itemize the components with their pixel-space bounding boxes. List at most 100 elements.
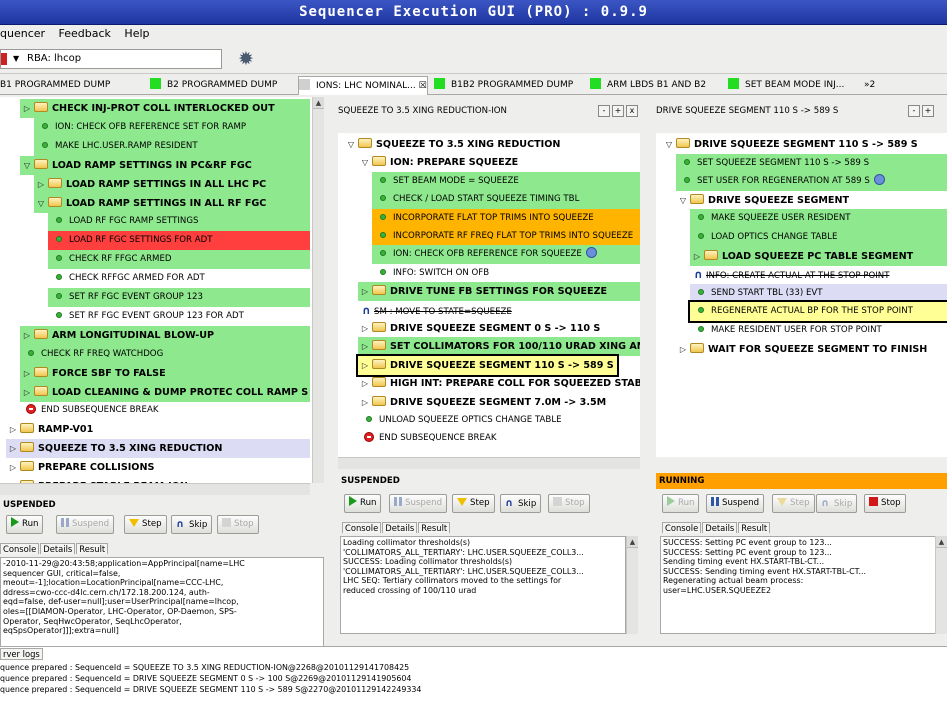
- tree-step[interactable]: CHECK RF FREQ WATCHDOG: [20, 344, 310, 364]
- tree-step[interactable]: ∩ INFO: CREATE ACTUAL AT THE STOP POINT: [690, 265, 892, 284]
- tree-step[interactable]: INCORPORATE FLAT TOP TRIMS INTO SQUEEZE: [372, 208, 640, 228]
- step-button[interactable]: Step: [772, 494, 815, 513]
- tab-console[interactable]: Console: [342, 522, 382, 533]
- tree-folder[interactable]: ▽ LOAD RAMP SETTINGS IN PC&RF FGC: [20, 155, 310, 175]
- skip-button[interactable]: ∩ Skip: [816, 494, 858, 513]
- tree-end-break[interactable]: END SUBSEQUENCE BREAK: [358, 429, 499, 448]
- menu-feedback[interactable]: Feedback: [59, 27, 111, 40]
- tree-folder[interactable]: ▷ LOAD RAMP SETTINGS IN ALL LHC PC: [34, 174, 310, 194]
- minimize-button[interactable]: -: [908, 105, 920, 117]
- tree-folder[interactable]: ▷ LOAD SQUEEZE PC TABLE SEGMENT: [690, 246, 947, 266]
- tab-server-logs[interactable]: rver logs: [0, 648, 43, 660]
- close-button[interactable]: x: [626, 105, 638, 117]
- suspend-button[interactable]: Suspend: [706, 494, 765, 513]
- tree-step[interactable]: CHECK RFFGC ARMED FOR ADT: [48, 269, 208, 288]
- tree-end-break[interactable]: END SUBSEQUENCE BREAK: [20, 401, 161, 420]
- tree-folder[interactable]: ▷ CHECK INJ-PROT COLL INTERLOCKED OUT: [20, 99, 310, 118]
- chevron-right-icon[interactable]: ▷: [6, 439, 20, 458]
- scroll-up-icon[interactable]: ▲: [627, 536, 638, 548]
- menu-sequencer[interactable]: quencer: [0, 27, 45, 40]
- minimize-button[interactable]: -: [598, 105, 610, 117]
- suspend-button[interactable]: Suspend: [389, 494, 448, 513]
- chevron-down-icon[interactable]: ▽: [358, 153, 372, 172]
- tree-step[interactable]: CHECK RF FFGC ARMED: [48, 250, 310, 270]
- tree-folder[interactable]: ▷ SET COLLIMATORS FOR 100/110 URAD XING A…: [358, 337, 640, 357]
- tab-console[interactable]: Console: [0, 543, 40, 554]
- tree-step[interactable]: SET SQUEEZE SEGMENT 110 S -> 589 S: [676, 153, 947, 173]
- tree-step[interactable]: MAKE RESIDENT USER FOR STOP POINT: [690, 321, 885, 340]
- tab-overflow[interactable]: »2: [864, 76, 875, 95]
- tree-step[interactable]: MAKE SQUEEZE USER RESIDENT: [690, 209, 947, 229]
- chevron-right-icon[interactable]: ▷: [358, 374, 372, 393]
- middle-console-scrollbar[interactable]: ▲: [626, 536, 638, 634]
- tab-console[interactable]: Console: [662, 522, 702, 533]
- step-button[interactable]: Step: [124, 515, 167, 534]
- tree-step[interactable]: LOAD OPTICS CHANGE TABLE: [690, 228, 947, 247]
- chevron-right-icon[interactable]: ▷: [690, 247, 704, 266]
- chevron-right-icon[interactable]: ▷: [34, 175, 48, 194]
- tree-step[interactable]: SET BEAM MODE = SQUEEZE: [372, 171, 640, 191]
- tree-step[interactable]: CHECK / LOAD START SQUEEZE TIMING TBL: [372, 190, 640, 210]
- tab-arm-lbds[interactable]: ARM LBDS B1 AND B2: [590, 76, 706, 95]
- chevron-right-icon[interactable]: ▷: [358, 282, 372, 301]
- chevron-right-icon[interactable]: ▷: [358, 356, 372, 375]
- chevron-right-icon[interactable]: ▷: [6, 458, 20, 477]
- stop-button[interactable]: Stop: [864, 494, 906, 513]
- tree-step[interactable]: ION: CHECK OFB REFERENCE FOR SQUEEZE: [372, 245, 640, 265]
- chevron-down-icon[interactable]: ▽: [676, 191, 690, 210]
- scroll-up-icon[interactable]: ▲: [313, 97, 324, 109]
- tree-step[interactable]: SEND START TBL (33) EVT: [690, 283, 947, 303]
- tree-step[interactable]: SET RF FGC EVENT GROUP 123: [48, 288, 310, 307]
- run-button[interactable]: Run: [344, 494, 382, 513]
- step-button[interactable]: Step: [452, 494, 495, 513]
- tree-folder[interactable]: ▷ WAIT FOR SQUEEZE SEGMENT TO FINISH: [676, 340, 930, 359]
- left-tree-hscrollbar[interactable]: [0, 483, 310, 495]
- chevron-right-icon[interactable]: ▷: [20, 326, 34, 345]
- menu-help[interactable]: Help: [124, 27, 149, 40]
- skip-button[interactable]: ∩ Skip: [171, 515, 213, 534]
- tree-step[interactable]: LOAD RF FGC RAMP SETTINGS: [48, 212, 310, 232]
- chevron-right-icon[interactable]: ▷: [20, 364, 34, 383]
- maximize-button[interactable]: +: [922, 105, 934, 117]
- tree-step[interactable]: INFO: SWITCH ON OFB: [372, 264, 492, 283]
- tab-b2-programmed-dump[interactable]: B2 PROGRAMMED DUMP: [150, 76, 277, 95]
- tree-step[interactable]: MAKE LHC.USER.RAMP RESIDENT: [34, 136, 310, 156]
- tree-step[interactable]: SET RF FGC EVENT GROUP 123 FOR ADT: [48, 307, 247, 326]
- chevron-down-icon[interactable]: ▽: [20, 156, 34, 175]
- tree-step[interactable]: UNLOAD SQUEEZE OPTICS CHANGE TABLE: [358, 411, 565, 430]
- tree-step[interactable]: LOAD RF FGC SETTINGS FOR ADT: [48, 231, 310, 251]
- chevron-down-icon[interactable]: ▽: [662, 135, 676, 154]
- chevron-down-icon[interactable]: ▽: [344, 135, 358, 154]
- tree-folder[interactable]: ▷ RAMP-V01: [6, 420, 96, 439]
- tree-folder[interactable]: ▷ HIGH INT: PREPARE COLL FOR SQUEEZED STA…: [358, 374, 640, 393]
- tree-folder[interactable]: ▷ LOAD CLEANING & DUMP PROTEC COLL RAMP S: [20, 382, 310, 402]
- chevron-right-icon[interactable]: ▷: [358, 319, 372, 338]
- tree-folder[interactable]: ▷ DRIVE SQUEEZE SEGMENT 110 S -> 589 S: [356, 353, 619, 377]
- user-combo[interactable]: ▼ RBA: lhcop: [0, 49, 222, 69]
- right-console-scrollbar[interactable]: ▲: [935, 536, 947, 634]
- tree-folder[interactable]: ▽ SQUEEZE TO 3.5 XING REDUCTION: [344, 135, 563, 154]
- tab-result[interactable]: Result: [738, 522, 771, 533]
- tree-step[interactable]: INCORPORATE RF FREQ FLAT TOP TRIMS INTO …: [372, 227, 640, 246]
- left-tree-scrollbar[interactable]: ▲: [312, 97, 324, 483]
- tree-folder[interactable]: ▷ PREPARE COLLISIONS: [6, 458, 157, 477]
- chevron-right-icon[interactable]: ▷: [20, 99, 34, 118]
- tree-step[interactable]: ION: CHECK OFB REFERENCE SET FOR RAMP: [34, 117, 310, 137]
- run-button[interactable]: Run: [662, 494, 700, 513]
- gear-icon[interactable]: ✹: [236, 49, 256, 69]
- chevron-right-icon[interactable]: ▷: [6, 420, 20, 439]
- tree-folder[interactable]: ▽ LOAD RAMP SETTINGS IN ALL RF FGC: [34, 193, 310, 213]
- tree-step[interactable]: REGENERATE ACTUAL BP FOR THE STOP POINT: [688, 300, 947, 324]
- suspend-button[interactable]: Suspend: [56, 515, 115, 534]
- chevron-down-icon[interactable]: ▽: [34, 194, 48, 213]
- tab-ions-lhc-nominal[interactable]: IONS: LHC NOMINAL... ☒: [298, 76, 428, 95]
- tree-step[interactable]: ∩ SM : MOVE TO STATE=SQUEEZE: [358, 301, 515, 320]
- tab-details[interactable]: Details: [702, 522, 738, 533]
- skip-button[interactable]: ∩ Skip: [500, 494, 542, 513]
- tab-result[interactable]: Result: [76, 543, 109, 554]
- tab-set-beam-mode-inj[interactable]: SET BEAM MODE INJ...: [728, 76, 844, 95]
- chevron-right-icon[interactable]: ▷: [358, 337, 372, 356]
- chevron-right-icon[interactable]: ▷: [358, 393, 372, 412]
- tree-folder[interactable]: ▽ ION: PREPARE SQUEEZE: [358, 153, 521, 172]
- tree-folder[interactable]: ▷ ARM LONGITUDINAL BLOW-UP: [20, 325, 310, 345]
